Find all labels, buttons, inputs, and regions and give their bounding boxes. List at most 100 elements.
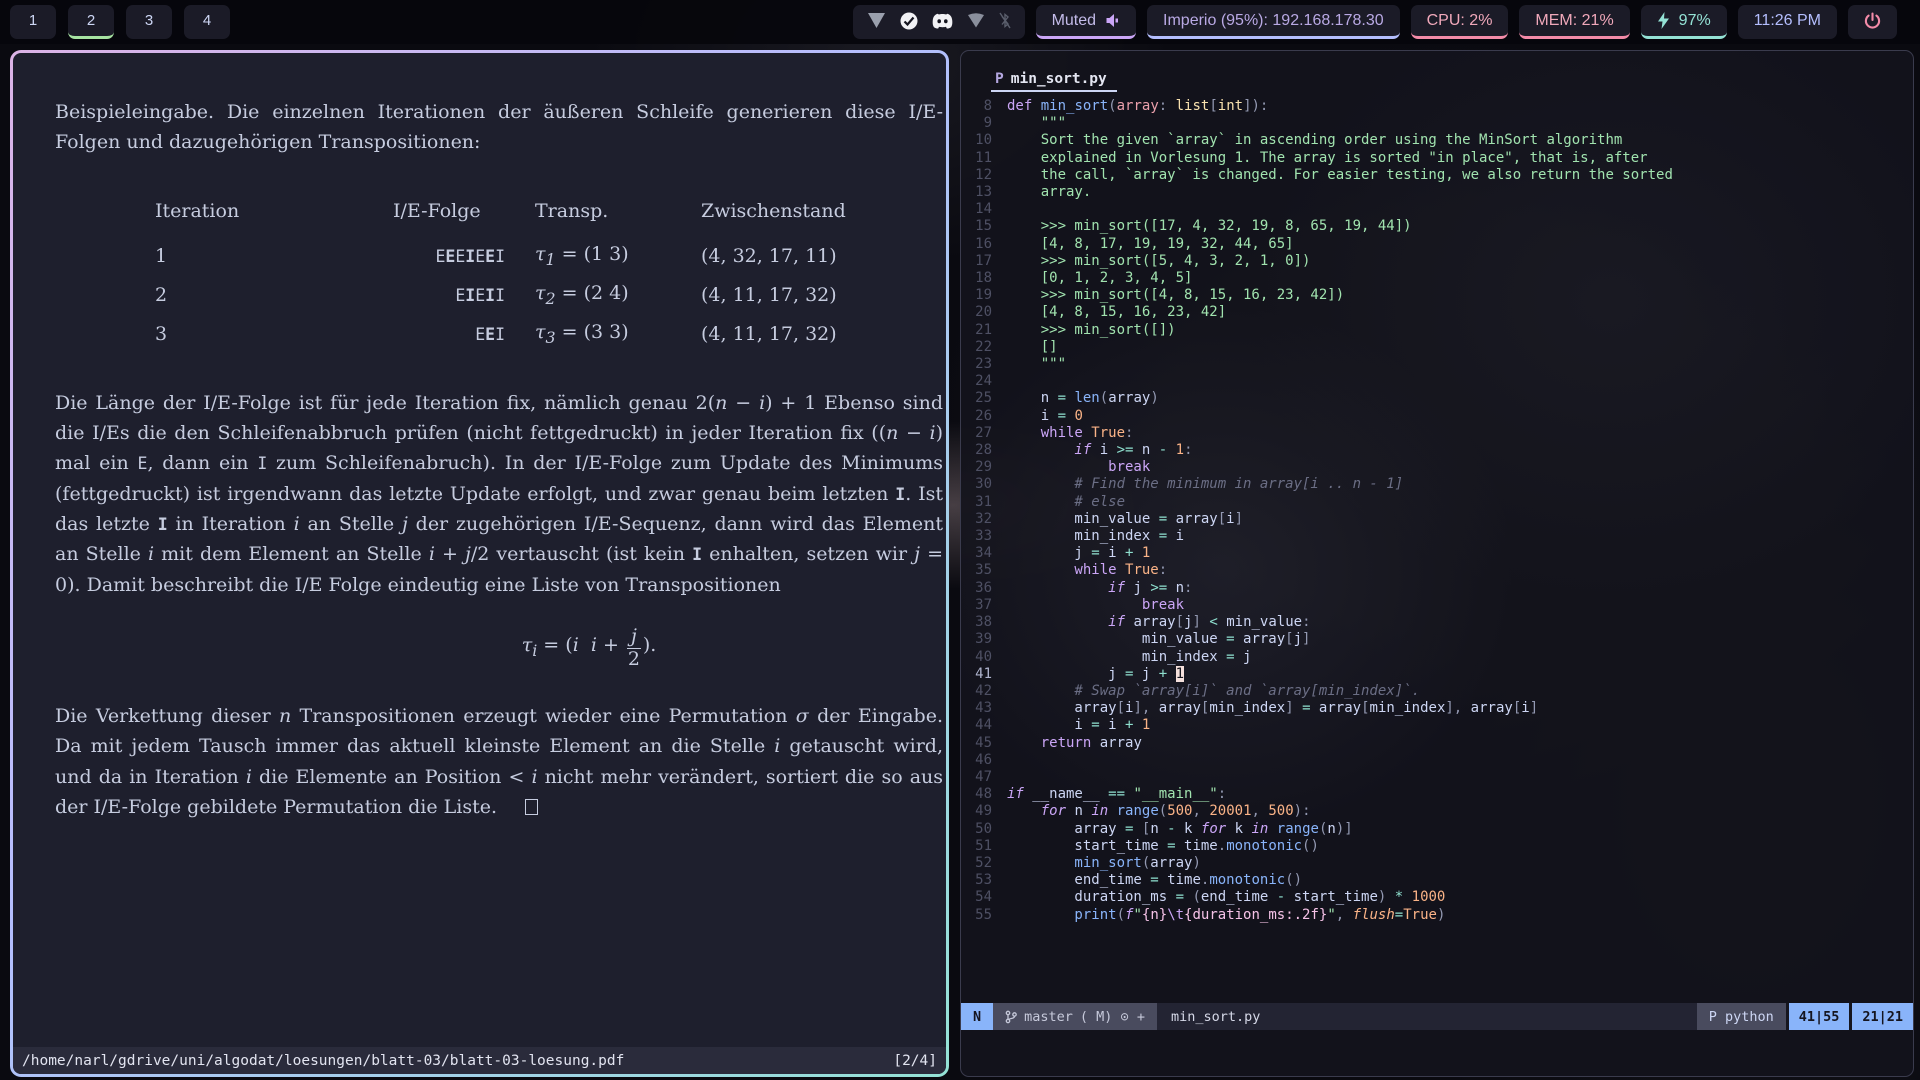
- line-number: 8: [961, 98, 1007, 115]
- table-header: Transp.: [505, 192, 701, 236]
- code-line-18[interactable]: 18 [0, 1, 2, 3, 4, 5]: [961, 270, 1913, 287]
- editor-winbar-tab[interactable]: P min_sort.py: [991, 71, 1117, 92]
- discord-icon[interactable]: [932, 13, 953, 29]
- workspace-button-1[interactable]: 1: [10, 5, 56, 39]
- code-buffer[interactable]: 8def min_sort(array: list[int]):9 """10 …: [961, 98, 1913, 924]
- code-line-32[interactable]: 32 min_value = array[i]: [961, 511, 1913, 528]
- code-line-43[interactable]: 43 array[i], array[min_index] = array[mi…: [961, 700, 1913, 717]
- power-module[interactable]: [1848, 5, 1897, 39]
- table-header: Zwischenstand: [701, 192, 846, 236]
- code-text: end_time = time.monotonic(): [1007, 872, 1302, 889]
- code-line-47[interactable]: 47: [961, 769, 1913, 786]
- code-line-26[interactable]: 26 i = 0: [961, 408, 1913, 425]
- code-line-41[interactable]: 41 j = j + 1: [961, 666, 1913, 683]
- code-line-19[interactable]: 19 >>> min_sort([4, 8, 15, 16, 23, 42]): [961, 287, 1913, 304]
- code-text: [4, 8, 15, 16, 23, 42]: [1007, 304, 1226, 321]
- battery-module[interactable]: 97%: [1641, 5, 1727, 39]
- code-line-10[interactable]: 10 Sort the given `array` in ascending o…: [961, 132, 1913, 149]
- code-line-25[interactable]: 25 n = len(array): [961, 390, 1913, 407]
- code-line-24[interactable]: 24: [961, 373, 1913, 390]
- code-line-54[interactable]: 54 duration_ms = (end_time - start_time)…: [961, 889, 1913, 906]
- wifi-shield-icon[interactable]: [967, 13, 985, 28]
- code-line-20[interactable]: 20 [4, 8, 15, 16, 23, 42]: [961, 304, 1913, 321]
- code-text: array = [n - k for k in range(n)]: [1007, 821, 1353, 838]
- line-number: 48: [961, 786, 1007, 803]
- code-line-39[interactable]: 39 min_value = array[j]: [961, 631, 1913, 648]
- code-line-38[interactable]: 38 if array[j] < min_value:: [961, 614, 1913, 631]
- pdf-paragraph-conclusion: Die Verkettung dieser n Transpositionen …: [55, 701, 943, 823]
- code-line-9[interactable]: 9 """: [961, 115, 1913, 132]
- line-number: 24: [961, 373, 1007, 390]
- workspace-button-2[interactable]: 2: [68, 5, 114, 39]
- speaker-muted-icon: [1105, 13, 1120, 28]
- bar-right-modules: Muted Imperio (95%): 192.168.178.30 CPU: 2…: [853, 5, 1908, 39]
- pdf-page-indicator: [2/4]: [893, 1053, 937, 1069]
- code-line-28[interactable]: 28 if i >= n - 1:: [961, 442, 1913, 459]
- code-line-55[interactable]: 55 print(f"{n}\t{duration_ms:.2f}", flus…: [961, 907, 1913, 924]
- code-line-12[interactable]: 12 the call, `array` is changed. For eas…: [961, 167, 1913, 184]
- code-line-52[interactable]: 52 min_sort(array): [961, 855, 1913, 872]
- table-cell: (4, 32, 17, 11): [701, 236, 846, 275]
- git-branch-segment[interactable]: master ( M) ⊙ +: [993, 1003, 1157, 1030]
- line-number: 20: [961, 304, 1007, 321]
- code-line-11[interactable]: 11 explained in Vorlesung 1. The array i…: [961, 150, 1913, 167]
- code-line-35[interactable]: 35 while True:: [961, 562, 1913, 579]
- code-line-27[interactable]: 27 while True:: [961, 425, 1913, 442]
- memory-module[interactable]: MEM: 21%: [1519, 5, 1629, 39]
- code-text: explained in Vorlesung 1. The array is s…: [1007, 150, 1648, 167]
- code-line-13[interactable]: 13 array.: [961, 184, 1913, 201]
- code-line-51[interactable]: 51 start_time = time.monotonic(): [961, 838, 1913, 855]
- code-text: >>> min_sort([]): [1007, 322, 1176, 339]
- code-line-50[interactable]: 50 array = [n - k for k in range(n)]: [961, 821, 1913, 838]
- code-line-37[interactable]: 37 break: [961, 597, 1913, 614]
- volume-module[interactable]: Muted: [1036, 5, 1136, 39]
- line-number: 11: [961, 150, 1007, 167]
- line-number: 15: [961, 218, 1007, 235]
- code-line-33[interactable]: 33 min_index = i: [961, 528, 1913, 545]
- check-circle-icon[interactable]: [900, 12, 918, 30]
- line-number: 51: [961, 838, 1007, 855]
- code-line-34[interactable]: 34 j = i + 1: [961, 545, 1913, 562]
- code-text: min_index = i: [1007, 528, 1184, 545]
- funnel-icon[interactable]: [867, 12, 886, 29]
- code-line-48[interactable]: 48if __name__ == "__main__":: [961, 786, 1913, 803]
- code-line-16[interactable]: 16 [4, 8, 17, 19, 19, 32, 44, 65]: [961, 236, 1913, 253]
- code-line-36[interactable]: 36 if j >= n:: [961, 580, 1913, 597]
- code-text: if __name__ == "__main__":: [1007, 786, 1226, 803]
- line-number: 39: [961, 631, 1007, 648]
- vpn-module[interactable]: Imperio (95%): 192.168.178.30: [1147, 5, 1400, 39]
- power-icon: [1864, 12, 1881, 29]
- workspace-button-4[interactable]: 4: [184, 5, 230, 39]
- code-text: # Swap `array[i]` and `array[min_index]`…: [1007, 683, 1420, 700]
- clock-module[interactable]: 11:26 PM: [1738, 5, 1837, 39]
- code-line-22[interactable]: 22 []: [961, 339, 1913, 356]
- cpu-module[interactable]: CPU: 2%: [1411, 5, 1509, 39]
- code-line-45[interactable]: 45 return array: [961, 735, 1913, 752]
- code-line-53[interactable]: 53 end_time = time.monotonic(): [961, 872, 1913, 889]
- code-line-46[interactable]: 46: [961, 752, 1913, 769]
- git-branch-icon: [1005, 1010, 1017, 1024]
- code-line-8[interactable]: 8def min_sort(array: list[int]):: [961, 98, 1913, 115]
- line-number: 25: [961, 390, 1007, 407]
- code-line-15[interactable]: 15 >>> min_sort([17, 4, 32, 19, 8, 65, 1…: [961, 218, 1913, 235]
- line-number: 21: [961, 322, 1007, 339]
- table-row: 3EEIτ3 = (3 3)(4, 11, 17, 32): [155, 314, 846, 353]
- code-line-21[interactable]: 21 >>> min_sort([]): [961, 322, 1913, 339]
- bluetooth-off-icon[interactable]: [999, 12, 1011, 29]
- code-text: [4, 8, 17, 19, 19, 32, 44, 65]: [1007, 236, 1294, 253]
- code-line-17[interactable]: 17 >>> min_sort([5, 4, 3, 2, 1, 0]): [961, 253, 1913, 270]
- code-line-14[interactable]: 14: [961, 201, 1913, 218]
- code-line-29[interactable]: 29 break: [961, 459, 1913, 476]
- line-number: 26: [961, 408, 1007, 425]
- iteration-table: Iteration I/E-Folge Transp. Zwischenstan…: [155, 192, 846, 354]
- table-header: Iteration: [155, 192, 393, 236]
- code-line-40[interactable]: 40 min_index = j: [961, 649, 1913, 666]
- code-line-23[interactable]: 23 """: [961, 356, 1913, 373]
- code-line-44[interactable]: 44 i = i + 1: [961, 717, 1913, 734]
- code-line-31[interactable]: 31 # else: [961, 494, 1913, 511]
- workspace-button-3[interactable]: 3: [126, 5, 172, 39]
- code-line-30[interactable]: 30 # Find the minimum in array[i .. n - …: [961, 476, 1913, 493]
- pdf-file-path: /home/narl/gdrive/uni/algodat/loesungen/…: [22, 1053, 893, 1069]
- code-line-49[interactable]: 49 for n in range(500, 20001, 500):: [961, 803, 1913, 820]
- code-line-42[interactable]: 42 # Swap `array[i]` and `array[min_inde…: [961, 683, 1913, 700]
